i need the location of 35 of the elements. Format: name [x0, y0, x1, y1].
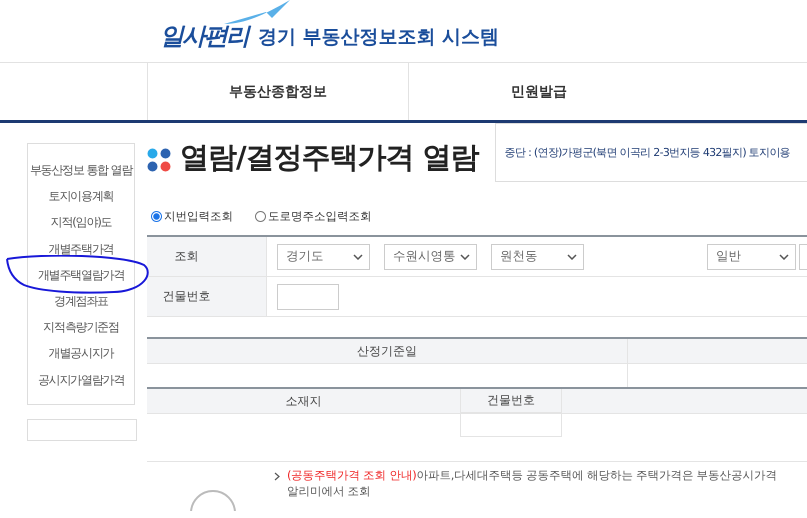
sidebar-item[interactable]: 부동산정보 통합 열람 — [29, 162, 133, 178]
chevron-down-icon — [353, 254, 363, 260]
sidebar-item[interactable]: 토지이용계획 — [29, 188, 133, 204]
form-label: 건물번호 — [147, 277, 267, 316]
sidebar-item[interactable]: 경계점좌표 — [29, 292, 133, 310]
dropdown[interactable]: 일반 — [707, 244, 796, 270]
radio-button[interactable] — [255, 210, 266, 222]
chevron-down-icon — [460, 254, 470, 260]
dots-icon — [147, 148, 171, 172]
chevron-down-icon — [779, 254, 789, 260]
dropdown[interactable]: 수원시영통 — [384, 244, 477, 270]
building-number-field[interactable] — [277, 284, 339, 310]
chevron-right-icon — [274, 472, 280, 481]
logo-text[interactable]: 일사편리 — [160, 20, 248, 52]
sidebar-item[interactable]: 지적측량기준점 — [29, 319, 133, 336]
column-header: 건물번호 — [461, 389, 562, 413]
radio-option[interactable]: 지번입력조회 — [151, 208, 233, 224]
radio-button[interactable] — [151, 210, 162, 222]
form-label: 조회 — [147, 237, 267, 276]
chevron-down-icon — [567, 254, 577, 260]
radio-label: 지번입력조회 — [164, 208, 233, 224]
page-title: 열람/결정주택가격 열람 — [180, 139, 479, 176]
info-text: (공동주택가격 조회 안내)아파트,다세대주택등 공동주택에 해당하는 주택가격은 부동산공시가격알리미에서 조회 — [287, 468, 778, 500]
sidebar-item[interactable]: 지적(임야)도 — [29, 214, 133, 231]
nav-menu-item[interactable]: 민원발급 — [409, 63, 669, 120]
site-title: 경기 부동산정보조회 시스템 — [258, 25, 500, 50]
nav-menu-item[interactable]: 부동산종합정보 — [148, 63, 409, 120]
dropdown[interactable]: 경기도 — [277, 244, 370, 270]
column-header: 소재지 — [147, 389, 461, 413]
notice-text: 중단 : (연장)가평군(북면 이곡리 2-3번지등 432필지) 토지이용 — [504, 145, 790, 160]
sidebar-item[interactable]: 개별주택가격 — [29, 240, 133, 257]
dropdown[interactable]: 원천동 — [491, 244, 584, 270]
column-header: 산정기준일 — [147, 339, 628, 363]
sidebar-item[interactable]: 공시지가열람가격 — [29, 372, 133, 388]
sidebar-item[interactable]: 개별공시지가 — [29, 345, 133, 362]
